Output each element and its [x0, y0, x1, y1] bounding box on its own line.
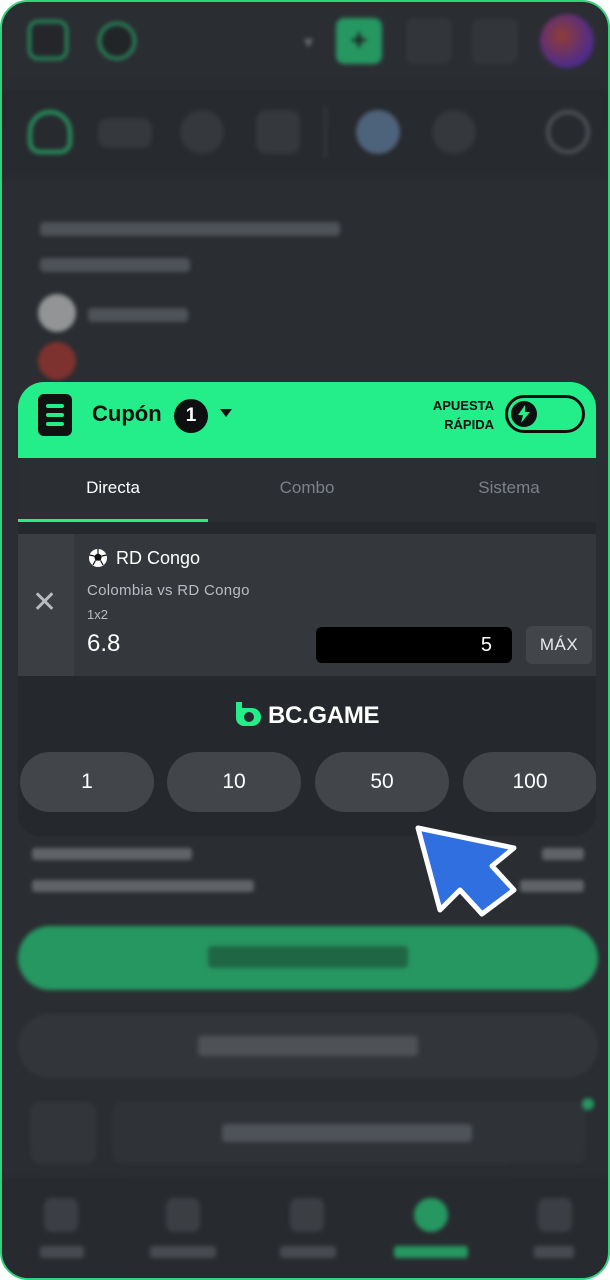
tab-sistema[interactable]: Sistema: [414, 458, 596, 522]
chevron-down-icon[interactable]: [220, 409, 232, 417]
app-frame: ▾ + Cupón 1 APUESTA RÁPIDA Directa Combo…: [0, 0, 610, 1280]
nav-divider: [324, 106, 327, 158]
total-bet-text: [32, 848, 192, 860]
soccer-icon[interactable]: [432, 110, 476, 154]
total-bet-value: [542, 848, 584, 860]
bet-odds: 6.8: [87, 630, 121, 657]
chat-nav-label: [534, 1246, 574, 1258]
event-league-text: [40, 222, 340, 236]
amount-chip-100[interactable]: 100: [463, 752, 596, 812]
active-tab-indicator: [18, 519, 208, 522]
ghana-flag-icon: [38, 342, 76, 380]
bet-selection: RD Congo: [116, 548, 201, 568]
trash-icon[interactable]: [30, 1102, 96, 1164]
amount-chip-50[interactable]: 50: [315, 752, 449, 812]
lightning-icon: [511, 401, 537, 427]
notification-icon[interactable]: [472, 18, 518, 64]
league-icon[interactable]: [356, 110, 400, 154]
chat-nav-icon[interactable]: [538, 1198, 572, 1232]
tab-directa[interactable]: Directa: [18, 458, 208, 522]
coupon-count-badge: 1: [174, 399, 208, 433]
coupon-menu-icon[interactable]: [38, 394, 72, 436]
tab-combo[interactable]: Combo: [212, 458, 402, 522]
stake-input[interactable]: 5: [316, 627, 512, 663]
team-home-text: [88, 308, 188, 322]
currency-icon[interactable]: [98, 22, 136, 60]
remove-bet-button[interactable]: ✕: [18, 534, 74, 676]
bc-logo-icon[interactable]: [28, 20, 68, 60]
amount-chip-10[interactable]: 10: [167, 752, 301, 812]
explore-nav-icon[interactable]: [166, 1198, 200, 1232]
soccer-ball-icon: [89, 549, 107, 567]
wallet-icon[interactable]: [406, 18, 452, 64]
casino-nav-label: [280, 1246, 336, 1258]
bet-settings-button[interactable]: [112, 1102, 586, 1164]
bc-game-logo-icon: [236, 702, 261, 726]
menu-nav-label: [40, 1246, 84, 1258]
event-time-text: [40, 258, 190, 272]
sports-nav: [2, 90, 608, 176]
casino-nav-icon[interactable]: [290, 1198, 324, 1232]
quick-bet-toggle[interactable]: [505, 395, 585, 433]
amount-chip-1[interactable]: 1: [20, 752, 154, 812]
max-stake-button[interactable]: MÁX: [526, 626, 592, 664]
explore-nav-label: [150, 1246, 216, 1258]
menu-nav-icon[interactable]: [44, 1198, 78, 1232]
deposit-button[interactable]: +: [336, 18, 382, 64]
quick-bet-label: APUESTA RÁPIDA: [432, 398, 494, 432]
sports-nav-label: [394, 1246, 468, 1258]
coupon-title[interactable]: Cupón: [92, 401, 162, 427]
potential-win-value: [520, 880, 584, 892]
bet-type-tabs: Directa Combo Sistema: [18, 458, 596, 522]
reserve-button[interactable]: [18, 1014, 598, 1078]
home-icon[interactable]: [28, 110, 72, 154]
avatar[interactable]: [540, 14, 594, 68]
bet-coupon-panel: Cupón 1 APUESTA RÁPIDA Directa Combo Sis…: [18, 382, 596, 836]
potential-win-text: [32, 880, 254, 892]
place-bet-button[interactable]: [18, 926, 598, 990]
chevron-down-icon[interactable]: ▾: [304, 32, 313, 53]
pointer-arrow-icon: [415, 825, 517, 917]
star-icon[interactable]: [180, 110, 224, 154]
status-dot: [582, 1098, 594, 1110]
bet-market: 1x2: [87, 607, 108, 622]
sports-nav-icon[interactable]: [414, 1198, 448, 1232]
live-icon[interactable]: [98, 118, 152, 148]
brand-name: BC.GAME: [268, 702, 380, 729]
bet-slip-item: ✕ RD Congo Colombia vs RD Congo 1x2 6.8 …: [18, 534, 596, 676]
close-icon: ✕: [32, 586, 58, 619]
bet-match-name: Colombia vs RD Congo: [87, 582, 250, 599]
copy-icon[interactable]: [256, 110, 300, 154]
coupon-header: Cupón 1 APUESTA RÁPIDA: [18, 382, 596, 458]
england-flag-icon: [38, 294, 76, 332]
search-icon[interactable]: [546, 110, 590, 154]
